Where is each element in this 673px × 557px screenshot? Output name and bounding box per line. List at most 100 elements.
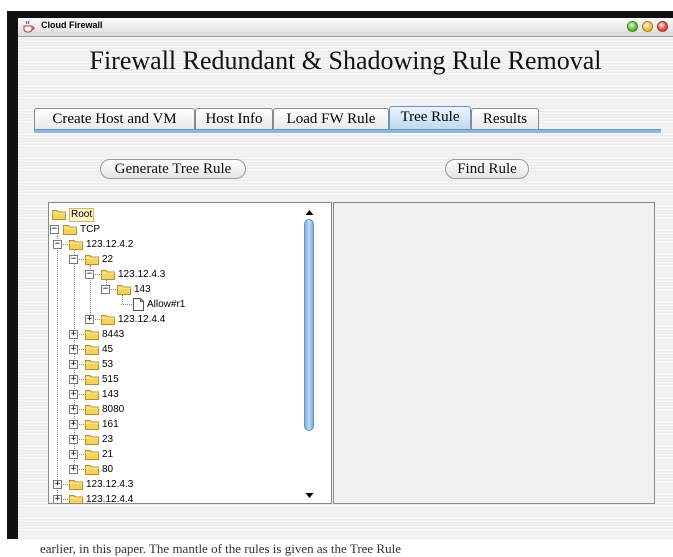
tree-node-label: 123.12.4.3: [86, 479, 134, 490]
folder-icon: [69, 494, 83, 503]
expand-icon[interactable]: +: [69, 405, 78, 414]
find-rule-button[interactable]: Find Rule: [445, 159, 529, 179]
tree-node[interactable]: +8443: [49, 327, 329, 342]
folder-icon: [85, 464, 99, 475]
tree-node[interactable]: − 143: [49, 282, 329, 297]
tree-node[interactable]: − 123.12.4.2: [49, 237, 329, 252]
tree-node-label: 161: [102, 419, 119, 430]
folder-icon: [85, 434, 99, 445]
expand-icon[interactable]: +: [53, 495, 62, 503]
expand-icon[interactable]: +: [69, 465, 78, 474]
tree-node[interactable]: +80: [49, 462, 329, 477]
collapse-icon[interactable]: −: [53, 240, 62, 249]
tree-node[interactable]: − 123.12.4.3: [49, 267, 329, 282]
tree-node[interactable]: Root: [49, 207, 329, 222]
tab-underline: [34, 129, 661, 133]
tree-node-label: 80: [102, 464, 114, 475]
tab-create-host-and-vm[interactable]: Create Host and VM: [34, 108, 195, 130]
app-window: Cloud Firewall Firewall Redundant & Shad…: [18, 18, 673, 540]
tree-leaf-node[interactable]: Allow#r1: [49, 297, 329, 312]
page-heading: Firewall Redundant & Shadowing Rule Remo…: [89, 46, 602, 75]
tree-node-label: 8443: [102, 329, 125, 340]
tree-node[interactable]: +8080: [49, 402, 329, 417]
tree-node-label: 45: [102, 344, 114, 355]
title-bar[interactable]: Cloud Firewall: [18, 18, 673, 37]
tree-node-label: 123.12.4.4: [86, 494, 134, 504]
maximize-button[interactable]: [642, 21, 653, 32]
expand-icon[interactable]: +: [85, 315, 94, 324]
collapse-icon[interactable]: −: [69, 255, 78, 264]
close-button[interactable]: [657, 21, 668, 32]
tab-tree-rule[interactable]: Tree Rule: [389, 106, 471, 130]
scroll-up-arrow[interactable]: [303, 205, 316, 216]
rule-result-panel[interactable]: [333, 202, 655, 504]
tree-node[interactable]: +53: [49, 357, 329, 372]
tab-host-info[interactable]: Host Info: [195, 108, 273, 130]
minimize-button[interactable]: [627, 21, 638, 32]
expand-icon[interactable]: +: [69, 450, 78, 459]
tree-node-label: 515: [102, 374, 119, 385]
tree-node[interactable]: +123.12.4.4: [49, 492, 329, 504]
tree-node-label: 143: [102, 389, 119, 400]
folder-icon: [63, 224, 77, 235]
collapse-icon[interactable]: −: [50, 225, 59, 234]
expand-icon[interactable]: +: [69, 360, 78, 369]
tree-node-label: TCP: [80, 224, 100, 235]
java-cup-icon: [23, 20, 35, 33]
expand-icon[interactable]: +: [69, 390, 78, 399]
collapse-icon[interactable]: −: [85, 270, 94, 279]
rule-tree-panel[interactable]: Root − TCP −123.12.4.2−22−123.12.4.3−143 All…: [48, 202, 332, 504]
expand-icon[interactable]: +: [69, 345, 78, 354]
footer-caption: earlier, in this paper. The mantle of th…: [40, 541, 401, 556]
tree-node-label: Root: [69, 208, 95, 222]
folder-icon: [85, 449, 99, 460]
tree-node[interactable]: +123.12.4.4: [49, 312, 329, 327]
folder-icon: [101, 269, 115, 280]
folder-icon: [85, 419, 99, 430]
tree-node[interactable]: +45: [49, 342, 329, 357]
tree-node-label: 23: [102, 434, 114, 445]
expand-icon[interactable]: +: [69, 435, 78, 444]
file-icon: [133, 298, 144, 311]
down-arrow-icon: [305, 493, 314, 498]
tree-node[interactable]: +123.12.4.3: [49, 477, 329, 492]
tree-node[interactable]: − 22: [49, 252, 329, 267]
tree-node-label: Allow#r1: [147, 299, 186, 310]
scroll-thumb[interactable]: [304, 219, 314, 431]
folder-icon: [69, 479, 83, 490]
tab-load-fw-rule[interactable]: Load FW Rule: [273, 108, 389, 130]
tree-node[interactable]: +143: [49, 387, 329, 402]
tree-node-label: 123.12.4.2: [86, 239, 134, 250]
tree-node[interactable]: +23: [49, 432, 329, 447]
folder-icon: [101, 314, 115, 325]
scroll-down-arrow[interactable]: [303, 488, 316, 499]
folder-icon: [85, 344, 99, 355]
folder-icon: [85, 329, 99, 340]
expand-icon[interactable]: +: [69, 420, 78, 429]
tree-node-label: 143: [134, 284, 151, 295]
folder-icon: [69, 239, 83, 250]
tree-node-label: 53: [102, 359, 114, 370]
tree-node-label: 123.12.4.3: [118, 269, 166, 280]
tree-node[interactable]: +21: [49, 447, 329, 462]
tree-node-label: 123.12.4.4: [118, 314, 166, 325]
folder-icon: [85, 359, 99, 370]
up-arrow-icon: [305, 210, 314, 215]
folder-icon: [117, 284, 131, 295]
collapse-icon[interactable]: −: [101, 285, 110, 294]
tree-node-label: 22: [102, 254, 114, 265]
tree-node-label: 21: [102, 449, 114, 460]
folder-icon: [85, 254, 99, 265]
expand-icon[interactable]: +: [69, 375, 78, 384]
tab-results[interactable]: Results: [471, 108, 539, 130]
tree-node[interactable]: +515: [49, 372, 329, 387]
folder-icon: [85, 404, 99, 415]
tree-node[interactable]: − TCP: [49, 222, 329, 237]
expand-icon[interactable]: +: [53, 480, 62, 489]
generate-tree-rule-button[interactable]: Generate Tree Rule: [100, 159, 246, 179]
tree-scrollbar[interactable]: [303, 205, 316, 499]
folder-icon: [52, 209, 66, 220]
folder-icon: [85, 389, 99, 400]
tree-node[interactable]: +161: [49, 417, 329, 432]
expand-icon[interactable]: +: [69, 330, 78, 339]
